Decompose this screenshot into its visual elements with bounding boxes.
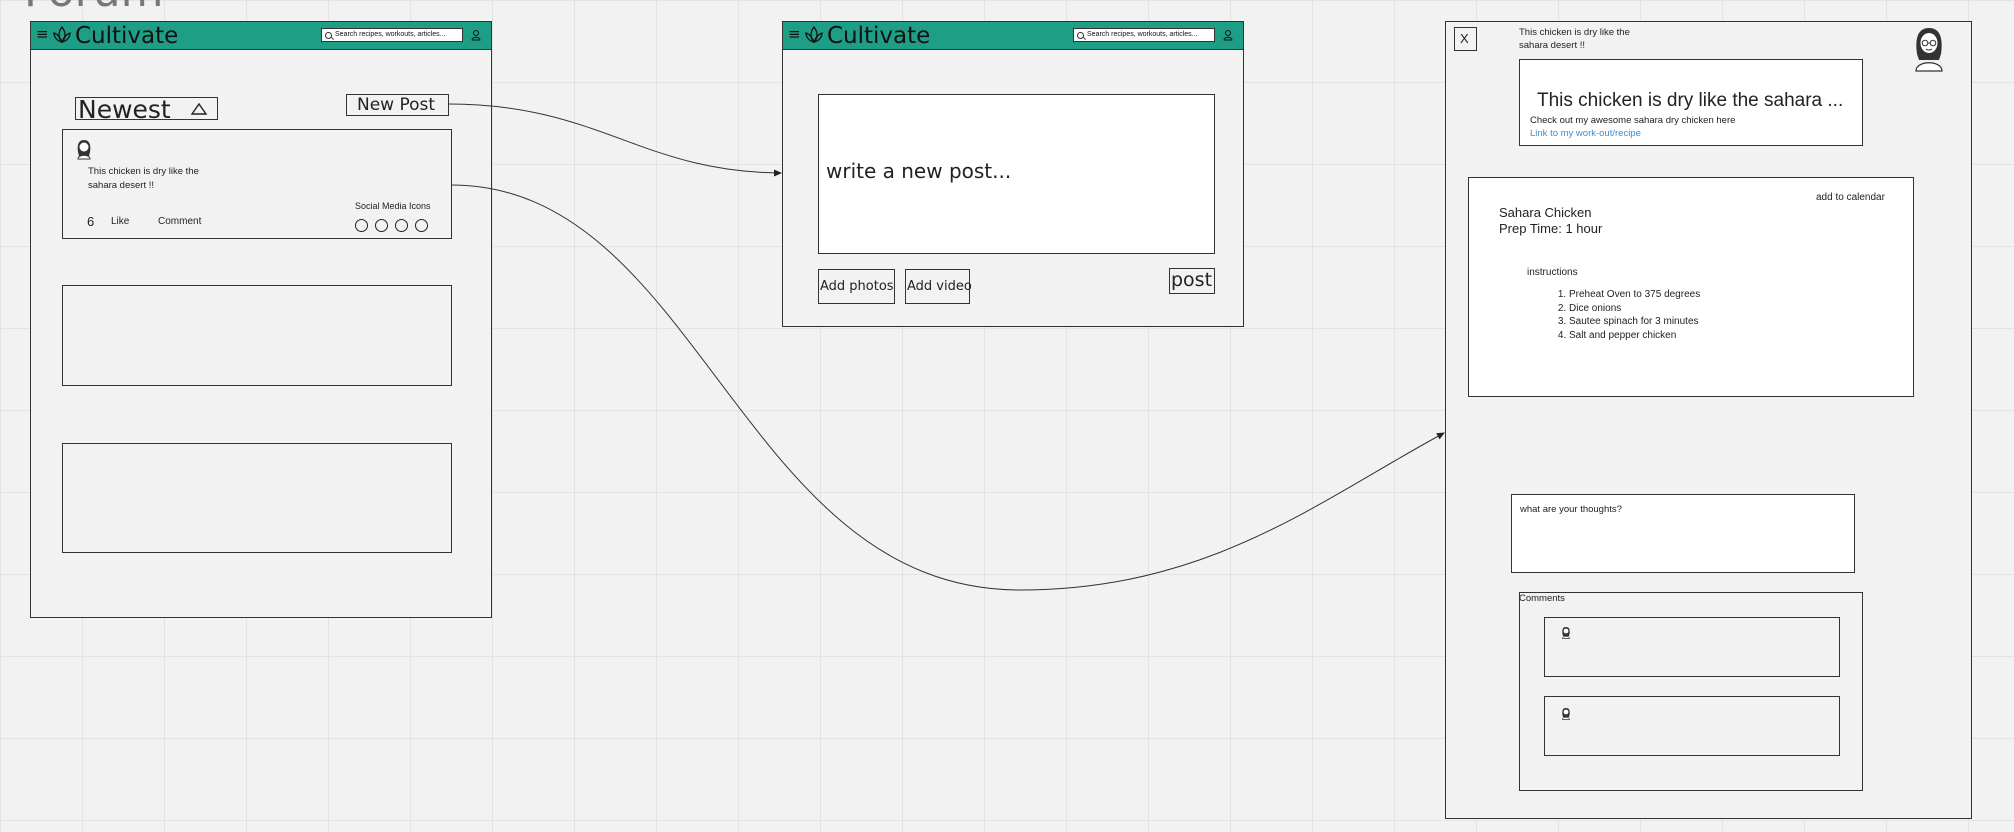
- recipe-name: Sahara Chicken: [1499, 205, 1592, 220]
- comment-placeholder: what are your thoughts?: [1520, 504, 1622, 515]
- comments-section: Comments: [1519, 592, 1863, 791]
- post-placeholder: write a new post...: [826, 159, 1012, 183]
- brand-name: Cultivate: [75, 23, 179, 49]
- post-detail-screen: X This chicken is dry like the sahara de…: [1445, 21, 1972, 819]
- instructions-label: instructions: [1527, 267, 1578, 278]
- commenter-avatar: [1562, 627, 1570, 639]
- comment-button[interactable]: Comment: [158, 216, 201, 227]
- post-title: This chicken is dry like the sahara ...: [1537, 90, 1844, 111]
- post-button-label: post: [1171, 269, 1213, 291]
- instruction-step: Salt and pepper chicken: [1569, 329, 1849, 343]
- avatar: [77, 140, 91, 160]
- search-placeholder: Search recipes, workouts, articles...: [1087, 31, 1198, 38]
- lotus-logo-icon: [53, 25, 71, 43]
- sort-dropdown[interactable]: Newest: [75, 95, 218, 124]
- canvas-title: Forum: [24, 0, 164, 17]
- post-text-line2: sahara desert !!: [88, 180, 155, 191]
- author-avatar: [1915, 28, 1943, 72]
- prep-time: Prep Time: 1 hour: [1499, 221, 1603, 236]
- close-label: X: [1460, 31, 1469, 46]
- comment-input[interactable]: what are your thoughts?: [1511, 494, 1855, 573]
- search-icon: [1077, 32, 1084, 39]
- post-text-line1: This chicken is dry like the: [88, 166, 199, 177]
- instruction-step: Dice onions: [1569, 302, 1849, 316]
- recipe-card: add to calendar Sahara Chicken Prep Time…: [1468, 177, 1914, 397]
- post-card-placeholder[interactable]: [62, 285, 452, 386]
- comments-label: Comments: [1519, 593, 1565, 604]
- add-photos-button[interactable]: Add photos: [818, 269, 895, 304]
- new-post-button[interactable]: New Post: [346, 94, 449, 116]
- header-line2: sahara desert !!: [1519, 40, 1586, 51]
- add-video-label: Add video: [907, 279, 972, 294]
- search-input[interactable]: Search recipes, workouts, articles...: [321, 28, 463, 42]
- post-subtitle: Check out my awesome sahara dry chicken …: [1530, 115, 1736, 126]
- commenter-avatar: [1562, 708, 1570, 720]
- post-card[interactable]: This chicken is dry like the sahara dese…: [62, 129, 452, 239]
- lotus-logo-icon: [805, 25, 823, 43]
- add-video-button[interactable]: Add video: [905, 269, 972, 304]
- social-icon-1[interactable]: [355, 219, 368, 232]
- add-photos-label: Add photos: [820, 279, 894, 294]
- user-profile-icon[interactable]: [469, 28, 483, 42]
- top-bar: ≡ Cultivate Search recipes, workouts, ar…: [783, 22, 1243, 50]
- menu-icon[interactable]: ≡: [36, 25, 49, 43]
- post-button[interactable]: post: [1169, 268, 1215, 294]
- post-header-card: This chicken is dry like the sahara ... …: [1519, 59, 1863, 146]
- search-icon: [325, 32, 332, 39]
- instructions-list: Preheat Oven to 375 degrees Dice onions …: [1549, 288, 1849, 342]
- post-card-placeholder[interactable]: [62, 443, 452, 553]
- header-line1: This chicken is dry like the: [1519, 27, 1630, 38]
- feed-screen: ≡ Cultivate Search recipes, workouts, ar…: [30, 21, 492, 618]
- recipe-link[interactable]: Link to my work-out/recipe: [1530, 128, 1641, 139]
- comment-item: [1544, 696, 1840, 756]
- social-icon-3[interactable]: [395, 219, 408, 232]
- close-button[interactable]: X: [1454, 27, 1477, 51]
- brand-name: Cultivate: [827, 23, 931, 49]
- connector-new-post-to-compose: [447, 103, 782, 177]
- social-icon-4[interactable]: [415, 219, 428, 232]
- social-icon-2[interactable]: [375, 219, 388, 232]
- add-to-calendar-link[interactable]: add to calendar: [1816, 192, 1885, 203]
- comment-item: [1544, 617, 1840, 677]
- new-post-label: New Post: [357, 95, 436, 115]
- like-button[interactable]: Like: [111, 216, 129, 227]
- search-input[interactable]: Search recipes, workouts, articles...: [1073, 28, 1215, 42]
- like-count: 6: [87, 214, 95, 229]
- instruction-step: Sautee spinach for 3 minutes: [1569, 315, 1849, 329]
- social-media-label: Social Media Icons: [355, 201, 431, 211]
- compose-screen: ≡ Cultivate Search recipes, workouts, ar…: [782, 21, 1244, 327]
- menu-icon[interactable]: ≡: [788, 25, 801, 43]
- top-bar: ≡ Cultivate Search recipes, workouts, ar…: [31, 22, 491, 50]
- instruction-step: Preheat Oven to 375 degrees: [1569, 288, 1849, 302]
- triangle-up-icon: [190, 102, 208, 115]
- search-placeholder: Search recipes, workouts, articles...: [335, 31, 446, 38]
- post-text-area[interactable]: write a new post...: [818, 94, 1215, 254]
- user-profile-icon[interactable]: [1221, 28, 1235, 42]
- sort-label: Newest: [78, 95, 171, 124]
